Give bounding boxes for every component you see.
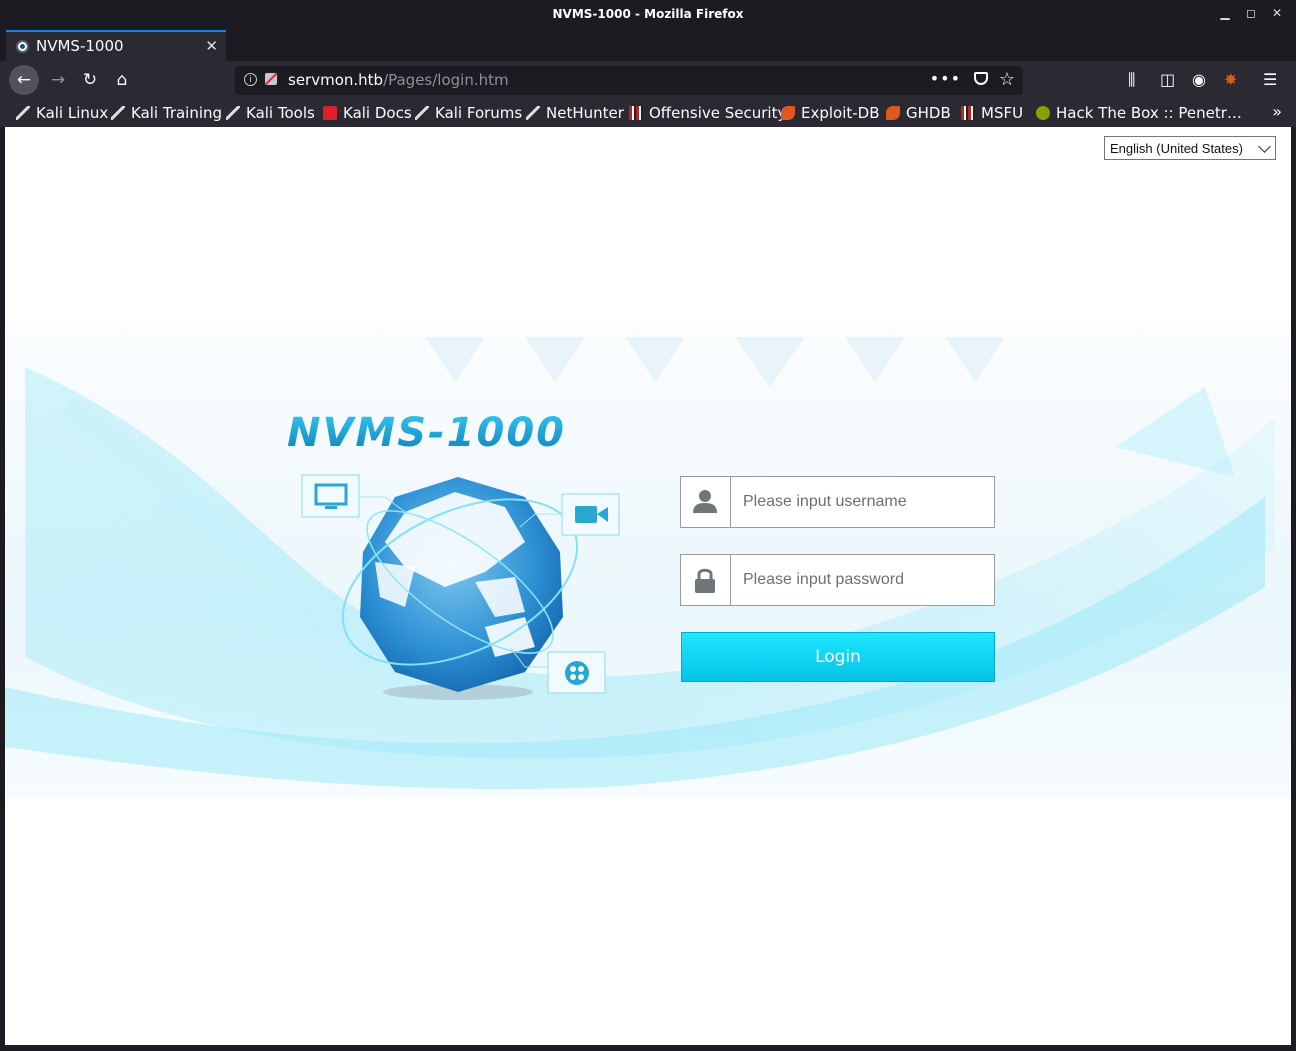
bookmark-star-icon[interactable]: ☆ [999,69,1015,90]
maximize-icon[interactable]: ◻ [1244,6,1258,20]
tab-strip: NVMS-1000 ✕ + [0,29,1296,84]
back-button[interactable]: ← [9,65,39,95]
bookmark-ghdb[interactable]: GHDB [886,104,951,122]
pocket-icon[interactable] [974,72,988,85]
menu-icon[interactable]: ☰ [1263,70,1277,89]
reload-button[interactable]: ↻ [75,65,105,95]
bookmark-kali-linux[interactable]: Kali Linux [16,104,108,122]
address-bar[interactable]: i servmon.htb/Pages/login.htm ••• ☆ [235,66,1023,95]
window-title: NVMS-1000 - Mozilla Firefox [552,7,744,21]
nvms-logo: NVMS-1000 [287,410,566,456]
library-icon[interactable]: ⫼ [1128,70,1135,90]
bookmark-exploit-db[interactable]: Exploit-DB [781,104,880,122]
kali-dragon-icon [415,106,429,120]
bookmark-kali-training[interactable]: Kali Training [111,104,222,122]
window-controls: ▁ ◻ ✕ [1218,6,1284,20]
kali-dragon-icon [16,106,30,120]
bookmark-kali-forums[interactable]: Kali Forums [415,104,522,122]
chevron-down-icon [1258,140,1271,153]
tab-nvms-1000[interactable]: NVMS-1000 ✕ [6,30,226,61]
login-banner [5,327,1291,797]
site-info-icon[interactable]: i [244,73,257,86]
minimize-icon[interactable]: ▁ [1218,6,1232,20]
extension-icon[interactable]: ✸ [1224,70,1237,89]
film-reel-icon [547,651,606,694]
bookmark-kali-tools[interactable]: Kali Tools [226,104,315,122]
user-icon [681,477,731,527]
banner-background-art [5,337,1275,789]
monitor-icon [301,474,360,518]
forward-button[interactable]: → [43,65,73,95]
page-actions-icon[interactable]: ••• [930,69,961,88]
chevron-decor [425,337,1005,387]
username-input[interactable] [731,477,994,527]
offsec-icon [961,106,975,120]
window-titlebar: NVMS-1000 - Mozilla Firefox ▁ ◻ ✕ [0,0,1296,29]
kali-docs-icon [323,106,337,120]
kali-dragon-icon [226,106,240,120]
password-input[interactable] [731,555,994,605]
kali-dragon-icon [526,106,540,120]
site-favicon-icon [16,40,29,53]
bookmarks-toolbar: Kali Linux Kali Training Kali Tools Kali… [0,99,1296,127]
bookmark-offensive-security[interactable]: Offensive Security [629,104,786,122]
close-tab-icon[interactable]: ✕ [205,37,218,55]
bookmark-hack-the-box[interactable]: Hack The Box :: Penetr… [1036,104,1242,122]
language-select[interactable]: English (United States) [1104,136,1276,160]
more-bookmarks-icon[interactable]: » [1272,102,1282,121]
navigation-toolbar: ← → ↻ ⌂ i servmon.htb/Pages/login.htm ••… [0,61,1296,99]
login-button[interactable]: Login [681,632,995,682]
kali-dragon-icon [111,106,125,120]
sidebar-icon[interactable]: ◫ [1160,70,1175,89]
offsec-icon [629,106,643,120]
exploit-db-icon [781,106,795,120]
exploit-db-icon [886,106,900,120]
password-field[interactable] [680,554,995,606]
url-text[interactable]: servmon.htb/Pages/login.htm [288,71,509,89]
close-window-icon[interactable]: ✕ [1270,6,1284,20]
tab-label: NVMS-1000 [36,37,124,55]
language-select-value: English (United States) [1110,141,1243,156]
bookmark-kali-docs[interactable]: Kali Docs [323,104,412,122]
account-icon[interactable]: ◉ [1192,70,1206,89]
insecure-lock-icon[interactable] [265,73,277,85]
bookmark-nethunter[interactable]: NetHunter [526,104,624,122]
video-camera-icon [561,493,620,536]
home-button[interactable]: ⌂ [107,65,137,95]
lock-icon [681,555,731,605]
username-field[interactable] [680,476,995,528]
htb-icon [1036,106,1050,120]
page-viewport: English (United States) NVMS-1000 Please… [5,127,1291,1045]
bookmark-msfu[interactable]: MSFU [961,104,1023,122]
